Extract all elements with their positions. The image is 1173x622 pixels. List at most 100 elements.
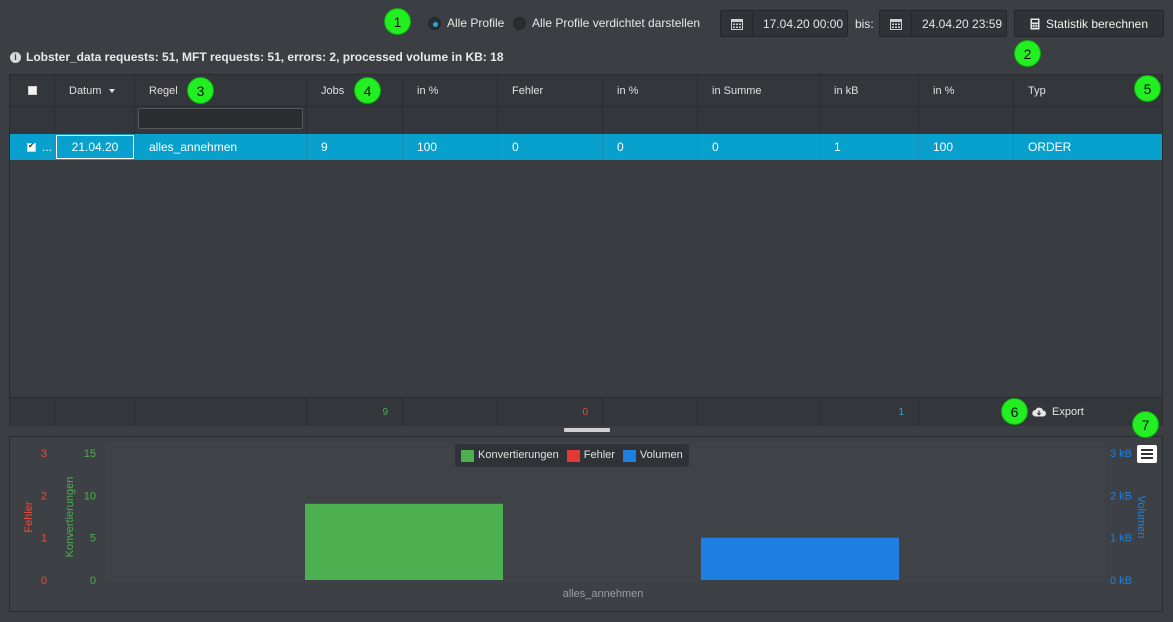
calendar-icon[interactable]	[880, 11, 912, 36]
konvertierungen-axis-title: Konvertierungen	[64, 477, 76, 558]
filter-cell	[820, 107, 919, 134]
konvertierungen-tick-label: 0	[90, 575, 96, 587]
konvertierungen-tick-label: 5	[90, 533, 96, 545]
fehler-tick-label: 0	[41, 575, 47, 587]
row-datum-focused[interactable]: 21.04.20	[56, 135, 134, 159]
fehler-axis-title: Fehler	[23, 501, 35, 533]
header-select-all[interactable]	[10, 75, 55, 106]
annotation-marker-4: 4	[354, 77, 381, 104]
header-fehler[interactable]: Fehler	[498, 75, 603, 106]
legend-swatch	[461, 449, 474, 462]
regel-filter-input[interactable]	[138, 108, 303, 129]
annotation-marker-5: 5	[1134, 75, 1161, 102]
row-fehler-cell[interactable]: 0	[498, 134, 603, 160]
volumen-tick-label: 2 kB	[1110, 490, 1132, 502]
row-select-cell[interactable]: ...	[10, 134, 55, 160]
footer-fehler-total: 0	[498, 398, 603, 426]
filter-cell	[403, 107, 498, 134]
footer-cell	[698, 398, 820, 426]
bar-volumen	[701, 537, 899, 580]
fehler-tick-label: 3	[41, 448, 47, 460]
export-button[interactable]: Export	[1032, 406, 1084, 418]
bis-label: bis:	[855, 17, 874, 31]
header-datum[interactable]: Datum	[55, 75, 135, 106]
calculate-statistics-label: Statistik berechnen	[1045, 16, 1149, 31]
row-regel-cell[interactable]: alles_annehmen	[135, 134, 307, 160]
volumen-tick-label: 1 kB	[1110, 533, 1132, 545]
header-jobs-percent[interactable]: in %	[403, 75, 498, 106]
filter-cell	[55, 107, 135, 134]
row-summe-value: 0	[712, 140, 719, 154]
header-regel-label: Regel	[149, 84, 178, 97]
header-jobs-label: Jobs	[321, 84, 345, 97]
toolbar: Alle Profile Alle Profile verdichtet dar…	[0, 0, 1173, 46]
row-jobs-value: 9	[321, 140, 328, 154]
marker-label: 4	[363, 82, 372, 99]
row-jobs-percent-value: 100	[417, 140, 438, 154]
radio-all-profiles[interactable]: Alle Profile	[428, 16, 504, 30]
info-summary: i Lobster_data requests: 51, MFT request…	[10, 50, 504, 64]
radio-dot-selected[interactable]	[428, 16, 441, 30]
row-typ-cell[interactable]: ORDER	[1014, 134, 1162, 160]
footer-cell	[603, 398, 698, 426]
volumen-tick-label: 3 kB	[1110, 448, 1132, 460]
info-icon: i	[10, 51, 21, 63]
date-from-field[interactable]: 17.04.20 00:00	[720, 10, 848, 37]
header-kb-percent[interactable]: in %	[919, 75, 1014, 106]
sort-down-icon[interactable]	[109, 88, 116, 93]
header-datum-label: Datum	[69, 84, 102, 97]
date-from-value: 17.04.20 00:00	[763, 16, 844, 31]
row-jobs-percent-cell[interactable]: 100	[403, 134, 498, 160]
header-in-summe[interactable]: in Summe	[698, 75, 820, 106]
radio-condensed-profiles[interactable]: Alle Profile verdichtet darstellen	[513, 16, 700, 30]
select-all-checkbox[interactable]	[27, 86, 37, 95]
calendar-icon[interactable]	[721, 11, 753, 36]
row-jobs-cell[interactable]: 9	[307, 134, 403, 160]
filter-cell	[919, 107, 1014, 134]
radio-all-profiles-label: Alle Profile	[447, 16, 505, 30]
legend-item-fehler[interactable]: Fehler	[566, 449, 615, 462]
filter-cell	[698, 107, 820, 134]
volumen-tick-label: 0 kB	[1110, 575, 1132, 587]
date-to-value: 24.04.20 23:59	[922, 16, 1003, 31]
annotation-marker-1: 1	[384, 8, 411, 35]
footer-jobs-value: 9	[382, 406, 388, 418]
info-summary-text: Lobster_data requests: 51, MFT requests:…	[26, 50, 504, 64]
resize-handle[interactable]	[564, 428, 610, 432]
fehler-tick-label: 2	[41, 490, 47, 502]
row-typ-value: ORDER	[1028, 140, 1072, 154]
annotation-marker-7: 7	[1132, 411, 1159, 438]
annotation-marker-6: 6	[1001, 398, 1028, 425]
row-fehler-value: 0	[512, 140, 519, 154]
legend-item-volumen[interactable]: Volumen	[622, 449, 683, 462]
legend-label: Konvertierungen	[478, 449, 559, 462]
header-typ-label: Typ	[1028, 84, 1046, 97]
row-kb-percent-cell[interactable]: 100	[919, 134, 1014, 160]
row-fehler-percent-cell[interactable]: 0	[603, 134, 698, 160]
cloud-download-icon	[1032, 407, 1046, 417]
radio-dot-unselected[interactable]	[513, 16, 526, 30]
header-fehler-percent[interactable]: in %	[603, 75, 698, 106]
header-in-kb[interactable]: in kB	[820, 75, 919, 106]
row-checkbox[interactable]	[27, 141, 36, 152]
calculate-statistics-button[interactable]: Statistik berechnen	[1014, 10, 1164, 37]
marker-label: 1	[393, 13, 402, 30]
chart-menu-button[interactable]	[1137, 445, 1157, 463]
date-to-field[interactable]: 24.04.20 23:59	[879, 10, 1007, 37]
row-ellipsis: ...	[42, 140, 53, 154]
legend-item-konvertierungen[interactable]: Konvertierungen	[461, 449, 559, 462]
row-summe-cell[interactable]: 0	[698, 134, 820, 160]
calculator-icon	[1030, 18, 1040, 29]
statistics-chart: 3 2 1 0 Fehler 15 10 5 0 Konvertierungen 3 kB 2 kB 1…	[9, 436, 1163, 612]
table-row[interactable]: ... alles_annehmen 9 100 0 0 0 1 100 ORD…	[10, 134, 1162, 160]
filter-cell	[1014, 107, 1162, 134]
filter-cell	[10, 107, 55, 134]
row-regel-value: alles_annehmen	[149, 140, 238, 154]
legend-label: Volumen	[639, 449, 683, 462]
legend-label: Fehler	[583, 449, 615, 462]
marker-label: 5	[1143, 80, 1152, 97]
row-kb-cell[interactable]: 1	[820, 134, 919, 160]
grid-header: Datum Regel Jobs in % Fehler in % in Sum…	[10, 75, 1162, 107]
header-regel[interactable]: Regel	[135, 75, 307, 106]
menu-line	[1141, 457, 1153, 459]
